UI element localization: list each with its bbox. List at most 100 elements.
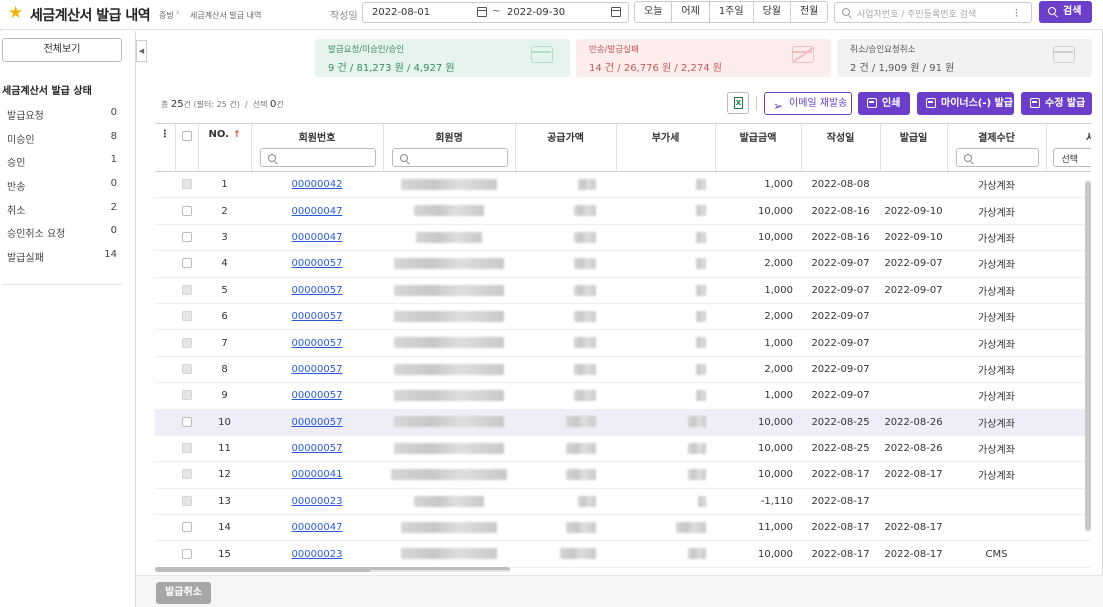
table-row[interactable]: 7000000571,0002022-09-07가상계좌9 (155, 329, 1091, 357)
table-row[interactable]: 9000000571,0002022-09-07가상계좌9 (155, 382, 1091, 410)
cell-member-no[interactable]: 00000047 (251, 514, 383, 542)
row-checkbox[interactable] (175, 277, 198, 304)
column-payment-method[interactable]: 결제수단 (947, 123, 1047, 172)
cell-member-no[interactable]: 00000057 (251, 250, 383, 278)
member-no-filter-input[interactable] (259, 148, 376, 167)
summary-card-failed[interactable]: 반송/발급실패 14 건 / 26,776 원 / 2,274 원 (576, 39, 831, 77)
member-link[interactable]: 00000057 (292, 390, 343, 401)
table-row[interactable]: 140000004711,0002022-08-172022-08-179 (155, 514, 1091, 542)
member-link[interactable]: 00000047 (292, 522, 343, 533)
member-name-filter-input[interactable] (391, 148, 508, 167)
range-last-month-button[interactable]: 전월 (790, 2, 828, 22)
column-menu-icon[interactable]: ⋮ (155, 123, 176, 172)
column-member-no[interactable]: 회원번호 (251, 123, 384, 172)
member-link[interactable]: 00000023 (292, 549, 343, 560)
row-checkbox[interactable] (175, 171, 198, 199)
cell-member-no[interactable]: 00000041 (251, 461, 383, 489)
search-input[interactable]: 사업자번호 / 주민등록번호 검색 ⫶ (834, 2, 1032, 23)
date-range-picker[interactable]: 2022-08-01 ~ 2022-09-30 (362, 2, 629, 23)
table-row[interactable]: 20000004710,0002022-08-162022-09-10가상계좌9 (155, 197, 1091, 225)
cell-member-no[interactable]: 00000057 (251, 329, 383, 357)
row-checkbox[interactable] (175, 540, 198, 568)
row-checkbox[interactable] (175, 356, 198, 384)
range-today-button[interactable]: 오늘 (635, 2, 673, 22)
member-link[interactable]: 00000057 (292, 285, 343, 296)
sidebar-item-returned[interactable]: 반송 0 (7, 178, 117, 202)
favorite-star-icon[interactable]: ★ (8, 4, 23, 22)
sidebar-item-issue-failed[interactable]: 발급실패 14 (7, 249, 117, 273)
row-checkbox[interactable] (175, 197, 198, 225)
range-this-month-button[interactable]: 당월 (753, 2, 791, 22)
view-all-button[interactable]: 전체보기 (2, 38, 122, 62)
column-issue-date[interactable]: 발급일 (880, 123, 948, 172)
resend-email-button[interactable]: ➢ 이메일 재발송 (764, 92, 852, 115)
table-row[interactable]: 4 00000057 2,000 2022-09-07 2022-09-07 가상계좌 (155, 250, 1091, 278)
member-link[interactable]: 00000042 (292, 179, 343, 190)
member-link[interactable]: 00000047 (292, 206, 343, 217)
member-link[interactable]: 00000057 (292, 417, 343, 428)
sidebar-item-unapproved[interactable]: 미승인 8 (7, 131, 117, 155)
member-link[interactable]: 00000057 (292, 311, 343, 322)
cell-member-no[interactable]: 00000042 (251, 171, 383, 199)
row-checkbox[interactable] (175, 224, 198, 252)
table-row[interactable]: 10 00000057 10,000 2022-08-25 2022-08-26 가상계좌… (155, 409, 1091, 436)
print-button[interactable]: 인쇄 (858, 92, 910, 115)
cell-member-no[interactable]: 00000057 (251, 382, 383, 410)
table-row[interactable]: 3 00000047 10,000 2022-08-16 2022-09-10 가상계좌 (155, 224, 1091, 252)
calendar-icon[interactable] (611, 7, 621, 17)
sidebar-item-approved[interactable]: 승인 1 (7, 154, 117, 178)
cell-member-no[interactable]: 00000047 (251, 224, 383, 252)
table-row[interactable]: 6 00000057 2,000 2022-09-07 가상계좌 (155, 303, 1091, 331)
member-link[interactable]: 00000057 (292, 338, 343, 349)
column-supply-amount[interactable]: 공급가액 (515, 123, 617, 172)
modify-issue-button[interactable]: 수정 발급 (1021, 92, 1092, 115)
date-from[interactable]: 2022-08-01 (372, 7, 430, 18)
member-link[interactable]: 00000023 (292, 496, 343, 507)
cell-member-no[interactable]: 00000023 (251, 488, 383, 516)
cancel-issue-button[interactable]: 발급취소 (156, 582, 211, 604)
member-link[interactable]: 00000041 (292, 469, 343, 480)
member-link[interactable]: 00000057 (292, 443, 343, 454)
row-checkbox[interactable] (175, 514, 198, 542)
date-to[interactable]: 2022-09-30 (507, 7, 565, 18)
cell-member-no[interactable]: 00000057 (251, 277, 383, 304)
row-checkbox[interactable] (175, 435, 198, 463)
calendar-icon[interactable] (477, 7, 487, 17)
table-row[interactable]: 1000000421,0002022-08-08가상계좌9 (155, 171, 1091, 199)
row-checkbox[interactable] (175, 250, 198, 278)
range-week-button[interactable]: 1주일 (709, 2, 754, 22)
cell-member-no[interactable]: 00000023 (251, 540, 383, 568)
row-checkbox[interactable] (175, 303, 198, 331)
summary-card-issued[interactable]: 발급요청/미승인/승인 9 건 / 81,273 원 / 4,927 원 (315, 39, 570, 77)
cell-member-no[interactable]: 00000057 (251, 435, 383, 463)
column-member-name[interactable]: 회원명 (383, 123, 516, 172)
row-checkbox[interactable] (175, 409, 198, 436)
payment-filter-input[interactable] (955, 148, 1039, 167)
select-all-checkbox[interactable] (175, 123, 199, 172)
filter-settings-icon[interactable]: ⫶ (1015, 7, 1018, 21)
column-issue-amount[interactable]: 발급금액 (715, 123, 802, 172)
table-row[interactable]: 12 00000041 10,000 2022-08-17 2022-08-17 가상계좌… (155, 461, 1091, 489)
minus-issue-button[interactable]: 마이너스(-) 발급 (917, 92, 1014, 115)
sidebar-collapse-icon[interactable]: ◀ (136, 40, 147, 62)
breadcrumb-item[interactable]: 증빙 (159, 10, 174, 21)
row-checkbox[interactable] (175, 488, 198, 516)
member-link[interactable]: 00000057 (292, 364, 343, 375)
table-row[interactable]: 5000000571,0002022-09-072022-09-07가상계좌9 (155, 277, 1091, 304)
cell-member-no[interactable]: 00000047 (251, 197, 383, 225)
member-link[interactable]: 00000047 (292, 232, 343, 243)
table-row[interactable]: 1300000023-1,1102022-08-17수정 (155, 488, 1091, 516)
column-written-date[interactable]: 작성일 (801, 123, 881, 172)
sidebar-item-cancelled[interactable]: 취소 2 (7, 202, 117, 226)
cell-member-no[interactable]: 00000057 (251, 409, 383, 436)
excel-download-button[interactable]: X (727, 92, 749, 114)
cell-member-no[interactable]: 00000057 (251, 303, 383, 331)
row-checkbox[interactable] (175, 382, 198, 410)
column-no[interactable]: NO. ↑ (198, 123, 252, 172)
table-row[interactable]: 11 00000057 10,000 2022-08-25 2022-08-26 가상계좌… (155, 435, 1091, 463)
range-yesterday-button[interactable]: 어제 (672, 2, 710, 22)
member-link[interactable]: 00000057 (292, 258, 343, 269)
column-vat[interactable]: 부가세 (616, 123, 716, 172)
table-row[interactable]: 8 00000057 2,000 2022-09-07 가상계좌 (155, 356, 1091, 384)
vertical-scrollbar[interactable] (1085, 181, 1091, 531)
